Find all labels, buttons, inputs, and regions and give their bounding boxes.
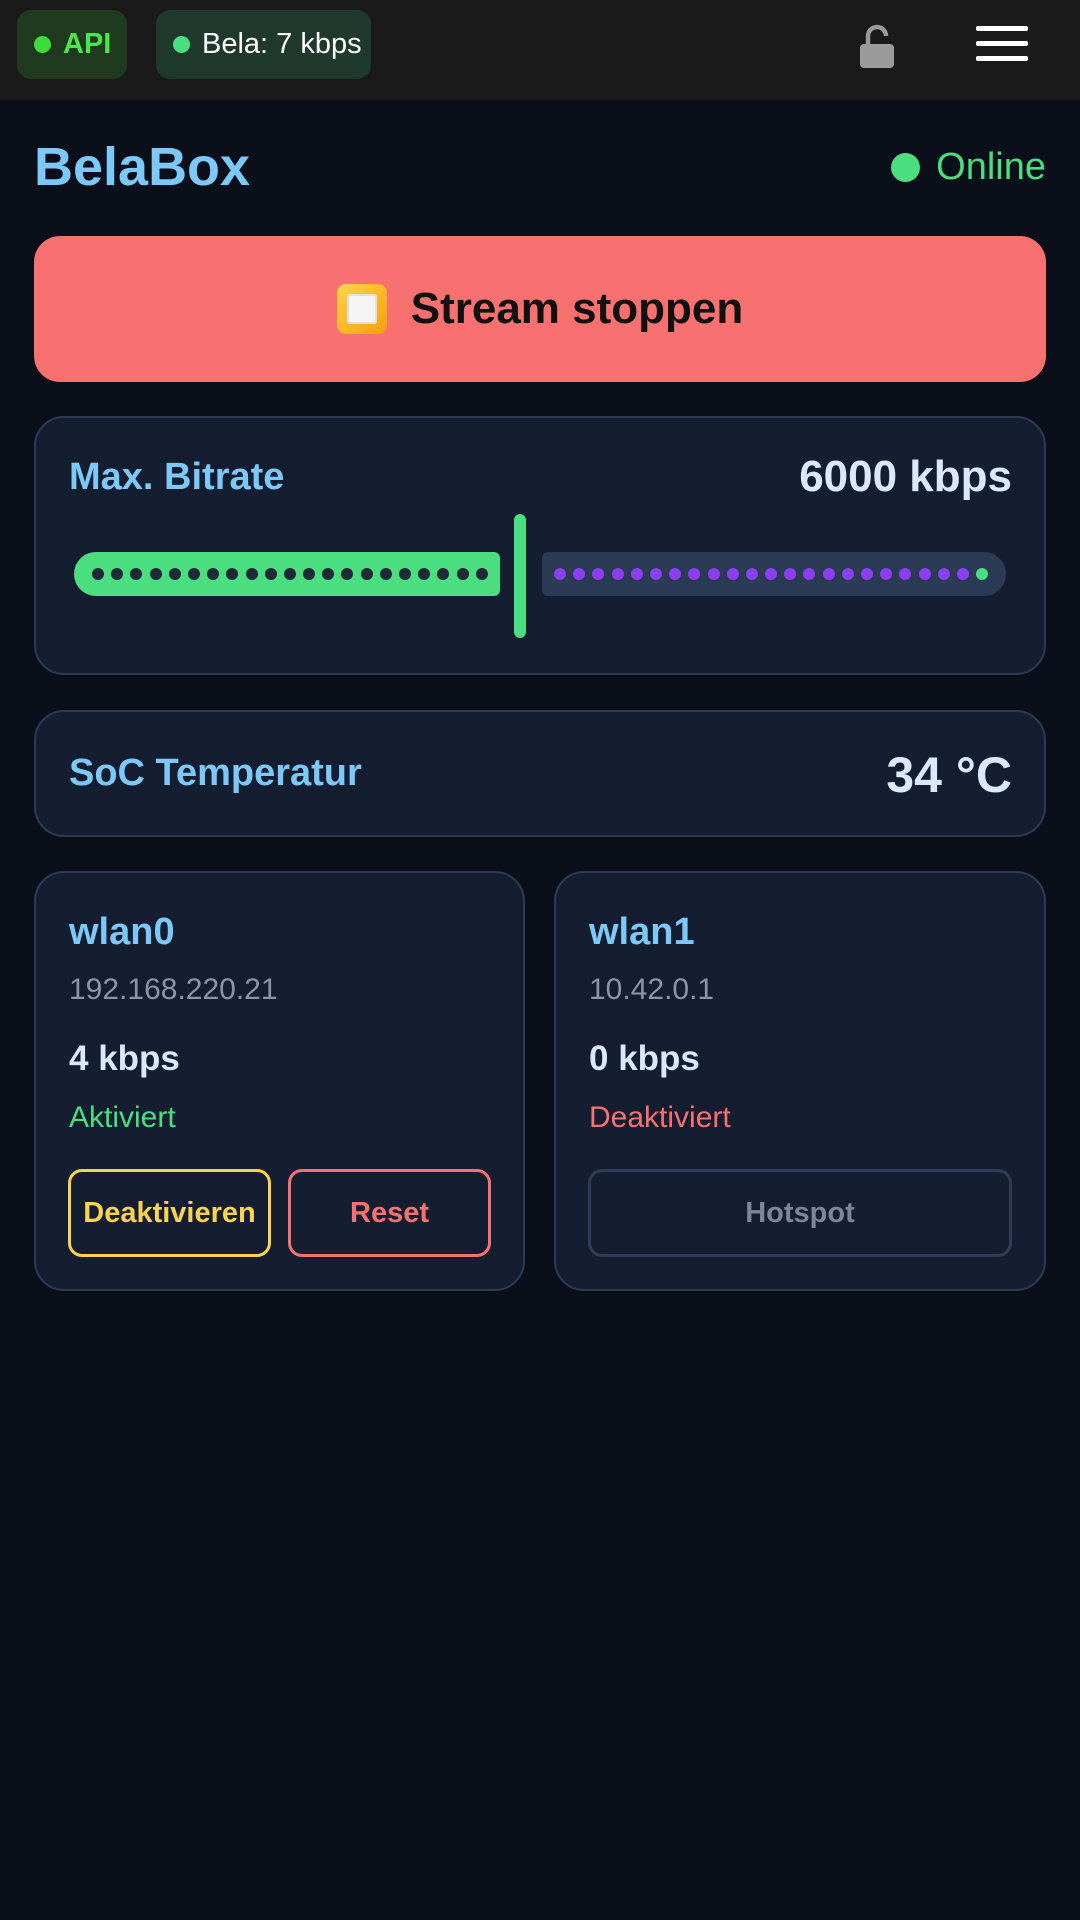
stop-square-icon	[336, 284, 387, 334]
interface-card-wlan0: wlan0 192.168.220.21 4 kbps Aktiviert De…	[34, 871, 525, 1291]
slider-dot	[841, 568, 854, 580]
slider-dot	[245, 568, 258, 580]
api-status-pill[interactable]: API	[17, 10, 127, 79]
slider-dot	[399, 568, 411, 580]
slider-dot	[630, 568, 643, 580]
slider-dot	[379, 568, 392, 580]
interface-name: wlan1	[589, 911, 695, 953]
slider-dot	[418, 568, 431, 580]
slider-dot	[226, 568, 239, 580]
slider-dot	[341, 568, 354, 580]
slider-dot	[726, 568, 739, 580]
bela-status-label: Bela: 7 kbps	[202, 28, 362, 60]
slider-dot	[688, 568, 701, 580]
slider-dot	[976, 568, 989, 580]
slider-dot	[322, 568, 335, 580]
slider-dot	[956, 568, 969, 580]
temperature-label: SoC Temperatur	[69, 752, 362, 794]
bitrate-slider-empty-track[interactable]	[542, 552, 1006, 596]
slider-dot	[187, 568, 200, 580]
slider-dot	[669, 568, 682, 580]
api-status-dot	[34, 36, 51, 53]
interface-ip: 192.168.220.21	[69, 973, 278, 1006]
slider-dot	[573, 568, 586, 580]
temperature-card: SoC Temperatur 34 °C	[34, 710, 1046, 837]
slider-dot	[707, 568, 720, 580]
slider-dot	[360, 568, 373, 580]
slider-dots-left	[92, 552, 488, 596]
interface-status: Aktiviert	[69, 1101, 176, 1134]
slider-dot	[861, 568, 873, 580]
slider-dot	[765, 568, 778, 580]
slider-dot	[611, 568, 624, 580]
bitrate-value: 6000 kbps	[799, 452, 1012, 501]
slider-dot	[649, 568, 662, 580]
stream-stop-button[interactable]: Stream stoppen	[34, 236, 1046, 382]
slider-dot	[283, 568, 296, 580]
slider-dot	[745, 568, 758, 580]
bitrate-label: Max. Bitrate	[69, 456, 285, 498]
bitrate-slider-filled-track[interactable]	[74, 552, 500, 596]
reset-button[interactable]: Reset	[288, 1169, 491, 1257]
slider-dot	[784, 568, 797, 580]
slider-dot	[592, 568, 605, 580]
slider-dot	[168, 568, 181, 580]
api-label: API	[63, 28, 112, 60]
slider-dot	[130, 568, 143, 580]
interface-name: wlan0	[69, 911, 175, 953]
hamburger-menu-icon[interactable]	[976, 26, 1028, 62]
deactivate-button[interactable]: Deaktivieren	[68, 1169, 271, 1257]
lock-open-icon[interactable]	[858, 24, 896, 68]
slider-dot	[899, 568, 912, 580]
bela-status-dot	[173, 36, 190, 53]
slider-dot	[207, 568, 220, 580]
connection-status-label: Online	[936, 146, 1046, 188]
slider-dot	[92, 568, 104, 580]
slider-dot	[554, 568, 566, 580]
slider-dot	[111, 568, 124, 580]
slider-dot	[264, 568, 277, 580]
bitrate-slider-handle[interactable]	[514, 514, 526, 638]
online-dot	[891, 153, 921, 182]
interface-ip: 10.42.0.1	[589, 973, 715, 1006]
slider-dot	[303, 568, 316, 580]
slider-dots-right	[554, 552, 989, 596]
app-title: BelaBox	[34, 137, 251, 197]
slider-dot	[937, 568, 950, 580]
temperature-value: 34 °C	[886, 747, 1012, 803]
slider-dot	[456, 568, 469, 580]
stream-stop-label: Stream stoppen	[410, 284, 744, 333]
slider-dot	[437, 568, 450, 580]
slider-dot	[880, 568, 893, 580]
bela-status-pill[interactable]: Bela: 7 kbps	[156, 10, 371, 79]
interface-rate: 0 kbps	[589, 1039, 700, 1078]
slider-dot	[803, 568, 816, 580]
connection-status: Online	[891, 146, 1046, 189]
bitrate-card: Max. Bitrate 6000 kbps	[34, 416, 1046, 675]
slider-dot	[149, 568, 162, 580]
top-bar: API Bela: 7 kbps	[0, 0, 1080, 100]
interface-status: Deaktiviert	[589, 1101, 731, 1134]
interface-card-wlan1: wlan1 10.42.0.1 0 kbps Deaktiviert Hotsp…	[554, 871, 1046, 1291]
slider-dot	[475, 568, 488, 580]
slider-dot	[918, 568, 931, 580]
slider-dot	[822, 568, 835, 580]
hotspot-button[interactable]: Hotspot	[588, 1169, 1012, 1257]
interface-rate: 4 kbps	[69, 1039, 180, 1078]
